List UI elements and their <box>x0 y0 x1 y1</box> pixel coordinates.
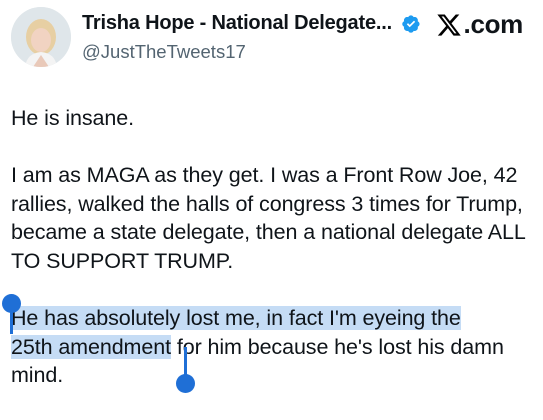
tweet-paragraph-selected[interactable]: He has absolutely lost me, in fact I'm e… <box>11 304 536 390</box>
selected-text[interactable]: 25th amendment <box>11 334 171 359</box>
username-handle[interactable]: @JustTheTweets17 <box>82 41 246 63</box>
brand-suffix: .com <box>463 9 524 39</box>
display-name[interactable]: Trisha Hope - National Delegate... <box>82 12 392 35</box>
selection-handle-knob[interactable] <box>176 374 195 393</box>
verified-badge-icon <box>402 14 420 33</box>
selection-end-handle[interactable] <box>176 347 196 393</box>
selection-start-handle[interactable] <box>2 294 22 334</box>
selected-text[interactable]: He has absolutely lost me, in fact I'm e… <box>11 306 461 331</box>
x-logo-icon <box>436 13 461 36</box>
selection-caret <box>10 308 13 334</box>
selection-caret <box>184 347 187 377</box>
avatar[interactable] <box>11 7 71 67</box>
author-name-row: Trisha Hope - National Delegate... <box>82 12 421 35</box>
tweet-paragraph: He is insane. <box>11 106 134 130</box>
avatar-image <box>11 7 71 67</box>
tweet-body[interactable]: He is insane. I am as MAGA as they get. … <box>11 104 536 390</box>
tweet-paragraph: I am as MAGA as they get. I was a Front … <box>11 163 525 273</box>
x-brand-logo: .com <box>435 9 523 40</box>
